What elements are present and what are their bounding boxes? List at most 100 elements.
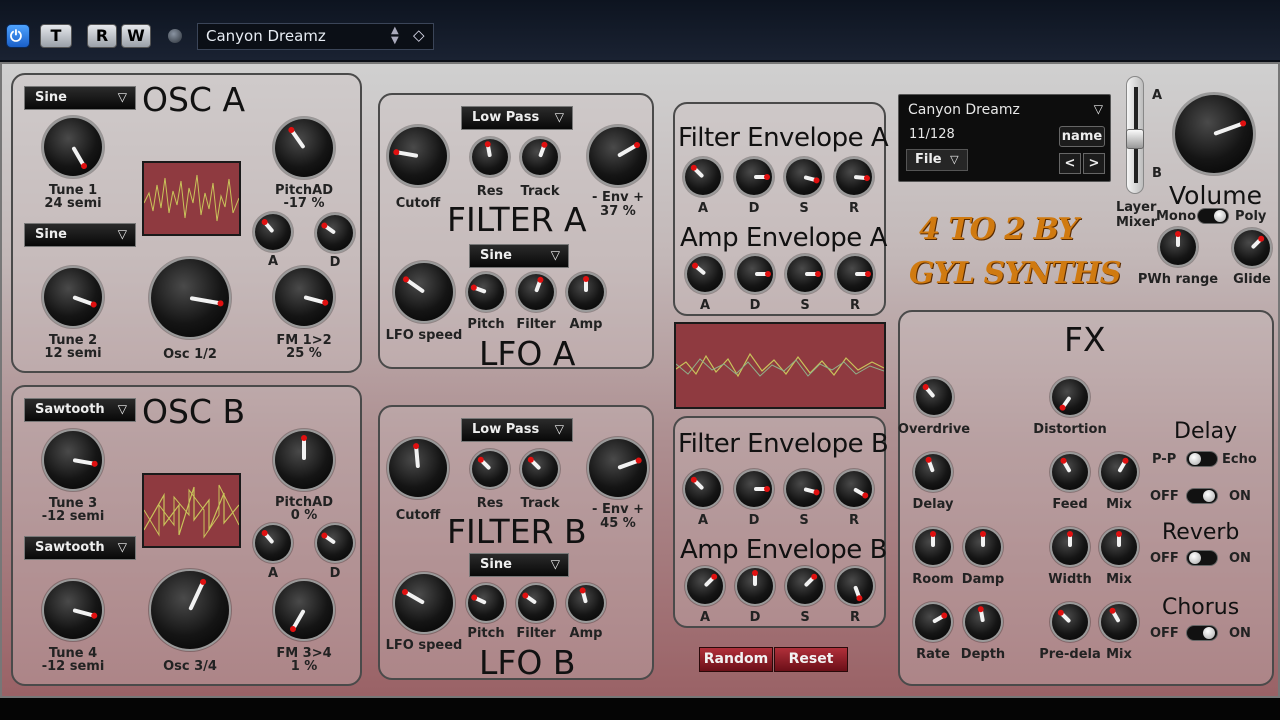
chorus-depth-knob[interactable] bbox=[965, 604, 1001, 640]
amp-env-a-release-knob[interactable] bbox=[837, 256, 873, 292]
chorus-predelay-knob[interactable] bbox=[1052, 604, 1088, 640]
file-menu-button[interactable]: File ▽ bbox=[906, 149, 968, 171]
overdrive-knob[interactable] bbox=[916, 379, 952, 415]
chorus-mix-knob[interactable] bbox=[1101, 604, 1137, 640]
lfo-a-speed-knob[interactable] bbox=[395, 263, 453, 321]
lfo-a-amp-knob[interactable] bbox=[568, 274, 604, 310]
delay-on-off-toggle[interactable] bbox=[1186, 488, 1218, 504]
osc-b-attack-knob[interactable] bbox=[255, 525, 291, 561]
reverb-width-knob[interactable] bbox=[1052, 529, 1088, 565]
glide-knob[interactable] bbox=[1234, 230, 1270, 266]
lfo-a-filter-knob[interactable] bbox=[518, 274, 554, 310]
amp-env-a-sustain-knob[interactable] bbox=[787, 256, 823, 292]
amp-env-a-attack-knob[interactable] bbox=[687, 256, 723, 292]
osc-a-fm-knob[interactable] bbox=[275, 268, 333, 326]
chorus-rate-knob[interactable] bbox=[915, 604, 951, 640]
filter-env-a-sustain-knob[interactable] bbox=[786, 159, 822, 195]
distortion-knob[interactable] bbox=[1052, 379, 1088, 415]
filter-b-env-knob[interactable] bbox=[589, 439, 647, 497]
reverb-damp-knob[interactable] bbox=[965, 529, 1001, 565]
knob-indicator-icon bbox=[1109, 607, 1121, 623]
lfo-b-amp-knob[interactable] bbox=[568, 585, 604, 621]
knob-indicator-icon bbox=[72, 608, 98, 619]
amp-env-b-attack-knob[interactable] bbox=[687, 568, 723, 604]
delay-mix-knob[interactable] bbox=[1101, 454, 1137, 490]
amp-env-a-decay-knob[interactable] bbox=[737, 256, 773, 292]
chorus-on-off-toggle[interactable] bbox=[1186, 625, 1218, 641]
lfo-b-wave-dropdown[interactable]: Sine ▽ bbox=[469, 553, 569, 577]
filter-env-a-decay-knob[interactable] bbox=[736, 159, 772, 195]
filter-env-a-sustain-label: S bbox=[799, 201, 809, 216]
fx-title: FX bbox=[1064, 320, 1106, 359]
reset-button[interactable]: Reset bbox=[774, 647, 848, 672]
power-button[interactable]: ⏻ bbox=[6, 24, 30, 48]
filter-a-cutoff-knob[interactable] bbox=[389, 127, 447, 185]
filter-env-a-decay-label: D bbox=[748, 201, 760, 216]
delay-mode-toggle[interactable] bbox=[1186, 451, 1218, 467]
filter-a-res-knob[interactable] bbox=[472, 139, 508, 175]
osc-a-mix-knob[interactable] bbox=[151, 259, 229, 337]
pwh-range-knob[interactable] bbox=[1160, 229, 1196, 265]
reverb-on-off-toggle[interactable] bbox=[1186, 550, 1218, 566]
volume-knob[interactable] bbox=[1175, 95, 1253, 173]
osc-b-tune3-knob[interactable] bbox=[44, 431, 102, 489]
prev-preset-button[interactable]: < bbox=[1059, 153, 1081, 174]
filter-b-cutoff-knob[interactable] bbox=[389, 439, 447, 497]
osc-b-tune4-knob[interactable] bbox=[44, 581, 102, 639]
knob-indicator-icon bbox=[853, 175, 870, 181]
amp-envelope-a-title: Amp Envelope A bbox=[680, 223, 887, 253]
amp-env-b-decay-knob[interactable] bbox=[737, 568, 773, 604]
preset-diamond-icon[interactable]: ◇ bbox=[413, 26, 425, 44]
host-preset-selector[interactable]: Canyon Dreamz ▲ ▼ ◇ bbox=[197, 23, 434, 50]
layer-mixer-handle[interactable] bbox=[1126, 129, 1144, 149]
filter-env-b-attack-knob[interactable] bbox=[685, 471, 721, 507]
osc-a-decay-knob[interactable] bbox=[317, 215, 353, 251]
osc-a-wave1-dropdown[interactable]: Sine ▽ bbox=[24, 86, 136, 110]
filter-a-env-knob[interactable] bbox=[589, 127, 647, 185]
osc-b-wave1-dropdown[interactable]: Sawtooth ▽ bbox=[24, 398, 136, 422]
delay-time-knob[interactable] bbox=[915, 454, 951, 490]
knob-indicator-icon bbox=[303, 295, 329, 306]
filter-env-a-attack-knob[interactable] bbox=[685, 159, 721, 195]
lfo-a-title: LFO A bbox=[479, 334, 576, 373]
lfo-b-pitch-knob[interactable] bbox=[468, 585, 504, 621]
osc-a-tune2-knob[interactable] bbox=[44, 268, 102, 326]
name-button[interactable]: name bbox=[1059, 126, 1105, 147]
filter-a-type-dropdown[interactable]: Low Pass ▽ bbox=[461, 106, 573, 130]
osc-b-pitchad-knob[interactable] bbox=[275, 431, 333, 489]
osc-a-wave2-dropdown[interactable]: Sine ▽ bbox=[24, 223, 136, 247]
reverb-mix-knob[interactable] bbox=[1101, 529, 1137, 565]
delay-feed-knob[interactable] bbox=[1052, 454, 1088, 490]
filter-env-b-release-knob[interactable] bbox=[836, 471, 872, 507]
mono-poly-toggle[interactable] bbox=[1197, 208, 1229, 224]
filter-env-a-release-knob[interactable] bbox=[836, 159, 872, 195]
preset-stepper-icon[interactable]: ▲ ▼ bbox=[391, 26, 399, 46]
osc-b-wave2-dropdown[interactable]: Sawtooth ▽ bbox=[24, 536, 136, 560]
random-button[interactable]: Random bbox=[699, 647, 773, 672]
amp-env-b-sustain-knob[interactable] bbox=[787, 568, 823, 604]
lfo-a-wave-dropdown[interactable]: Sine ▽ bbox=[469, 244, 569, 268]
next-preset-button[interactable]: > bbox=[1083, 153, 1105, 174]
osc-a-attack-knob[interactable] bbox=[255, 214, 291, 250]
filter-env-b-decay-knob[interactable] bbox=[736, 471, 772, 507]
filter-b-res-knob[interactable] bbox=[472, 451, 508, 487]
filter-b-track-knob[interactable] bbox=[522, 451, 558, 487]
filter-env-b-sustain-knob[interactable] bbox=[786, 471, 822, 507]
reverb-room-knob[interactable] bbox=[915, 529, 951, 565]
bypass-button[interactable]: T bbox=[40, 24, 72, 48]
osc-a-tune1-knob[interactable] bbox=[44, 118, 102, 176]
osc-b-mix-knob[interactable] bbox=[151, 571, 229, 649]
preset-name-dropdown[interactable]: Canyon Dreamz ▽ bbox=[908, 102, 1103, 118]
osc-b-decay-knob[interactable] bbox=[317, 525, 353, 561]
osc-b-fm-knob[interactable] bbox=[275, 581, 333, 639]
write-automation-button[interactable]: W bbox=[121, 24, 151, 48]
osc-a-pitchad-knob[interactable] bbox=[275, 119, 333, 177]
layer-mixer-slider-track[interactable] bbox=[1126, 76, 1144, 194]
lfo-a-pitch-knob[interactable] bbox=[468, 274, 504, 310]
lfo-b-filter-knob[interactable] bbox=[518, 585, 554, 621]
amp-env-b-release-knob[interactable] bbox=[837, 568, 873, 604]
lfo-b-speed-knob[interactable] bbox=[395, 574, 453, 632]
filter-b-type-dropdown[interactable]: Low Pass ▽ bbox=[461, 418, 573, 442]
read-automation-button[interactable]: R bbox=[87, 24, 117, 48]
filter-a-track-knob[interactable] bbox=[522, 139, 558, 175]
